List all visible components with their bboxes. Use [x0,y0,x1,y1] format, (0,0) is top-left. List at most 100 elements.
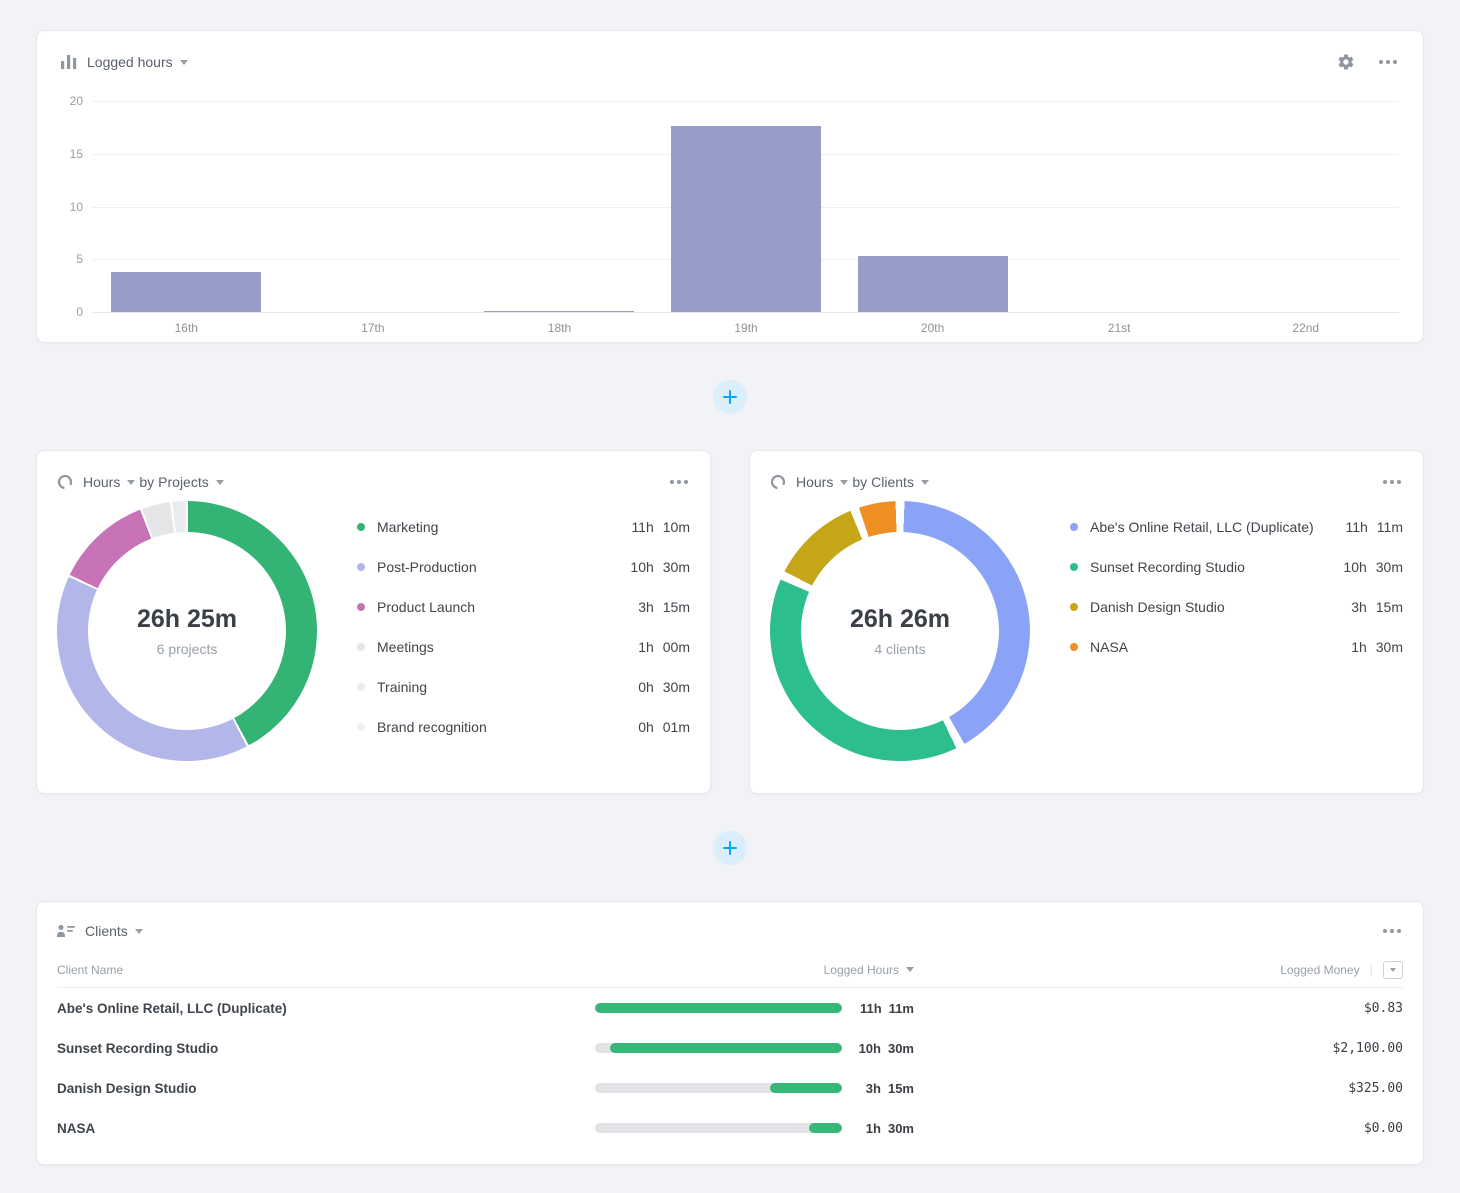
hours-progress-track [595,1083,842,1093]
bar-column [653,101,840,312]
legend-item: Marketing11h10m [357,507,690,547]
bar-chart-xlabels: 16th17th18th19th20th21st22nd [93,321,1399,335]
dashboard: Logged hours 20151050 16th17th18th19th20… [0,0,1460,1193]
chevron-down-icon [1390,968,1396,972]
hours-progress-track [595,1123,842,1133]
legend-time: 10h30m [1343,559,1403,575]
sort-caret-icon [906,967,914,972]
bar-19th[interactable] [671,126,821,312]
legend-item: Post-Production10h30m [357,547,690,587]
bar-chart: 20151050 16th17th18th19th20th21st22nd [61,101,1399,335]
hours-progress-track [595,1003,842,1013]
legend-dot [1070,603,1078,611]
money-options-dropdown[interactable] [1383,961,1403,979]
measure-label: Hours [796,474,833,490]
gear-icon[interactable] [1337,53,1355,71]
bar-20th[interactable] [858,256,1008,312]
add-widget-button-2[interactable] [713,831,747,865]
total-hours: 26h 25m [137,605,237,634]
more-menu-icon[interactable] [1377,54,1399,70]
card-title: Logged hours [87,54,173,70]
hours-progress-fill [595,1003,842,1013]
logged-money-value: $0.83 [1364,1001,1403,1016]
clients-legend: Abe's Online Retail, LLC (Duplicate)11h1… [1070,501,1403,761]
legend-time: 3h15m [1351,599,1403,615]
col-logged-hours-label: Logged Hours [824,963,899,977]
connector-label: by [852,474,867,490]
clients-donut[interactable]: 26h 26m 4 clients [770,501,1030,761]
hours-by-projects-card: Hours by Projects 26h 25m 6 projects [36,450,711,794]
logged-hours-value: 1h30m [866,1121,914,1136]
bar-18th[interactable] [484,311,634,312]
chevron-down-icon [921,480,929,485]
legend-item: Danish Design Studio3h15m [1070,587,1403,627]
legend-time: 1h00m [638,639,690,655]
legend-dot [357,643,365,651]
bar-column [1212,101,1399,312]
dimension-dropdown[interactable]: Clients [871,474,929,490]
more-menu-icon[interactable] [1381,923,1403,939]
legend-label: Sunset Recording Studio [1090,559,1245,575]
more-menu-icon[interactable] [668,474,690,490]
legend-label: Abe's Online Retail, LLC (Duplicate) [1090,519,1314,535]
measure-dropdown[interactable]: Hours [796,474,848,490]
logged-hours-value: 10h30m [859,1041,914,1056]
logged-hours-card: Logged hours 20151050 16th17th18th19th20… [36,30,1424,343]
legend-time: 0h01m [638,719,690,735]
hours-progress-fill [610,1043,842,1053]
bar-chart-icon [61,55,77,69]
y-axis-tick: 20 [61,94,83,108]
legend-label: Brand recognition [377,719,487,735]
legend-item: NASA1h30m [1070,627,1403,667]
plus-icon [723,390,737,404]
measure-dropdown[interactable]: Hours [83,474,135,490]
total-hours: 26h 26m [850,605,950,634]
clients-table-body: Abe's Online Retail, LLC (Duplicate) 11h1… [57,988,1403,1148]
clients-donut-body: 26h 26m 4 clients Abe's Online Retail, L… [770,501,1403,761]
hours-progress-fill [809,1123,842,1133]
chevron-down-icon [135,929,143,934]
clients-title-dropdown[interactable]: Clients [85,923,143,939]
clients-chart-header: Hours by Clients [770,469,1403,495]
donut-cards-row: Hours by Projects 26h 25m 6 projects [36,450,1424,794]
logged-money-value: $2,100.00 [1333,1041,1403,1056]
client-name: Sunset Recording Studio [57,1041,595,1056]
logged-hours-header: Logged hours [61,49,1399,75]
client-name: Abe's Online Retail, LLC (Duplicate) [57,1001,595,1016]
legend-item: Abe's Online Retail, LLC (Duplicate)11h1… [1070,507,1403,547]
logged-hours-title-dropdown[interactable]: Logged hours [87,54,188,70]
bar-16th[interactable] [111,272,261,312]
legend-label: Post-Production [377,559,477,575]
client-name: NASA [57,1121,595,1136]
x-axis-label: 20th [839,321,1026,335]
more-menu-icon[interactable] [1381,474,1403,490]
legend-label: Meetings [377,639,434,655]
add-row-2 [36,831,1424,865]
legend-item: Brand recognition 0h01m [357,707,690,747]
add-widget-button-1[interactable] [713,380,747,414]
logged-hours-value: 3h15m [866,1081,914,1096]
add-row-1 [36,380,1424,414]
col-logged-hours-sort[interactable]: Logged Hours [824,963,914,977]
legend-label: NASA [1090,639,1128,655]
clients-icon [57,924,75,938]
legend-item: Product Launch3h15m [357,587,690,627]
donut-chart-icon [57,474,73,490]
legend-item: Training0h30m [357,667,690,707]
legend-label: Marketing [377,519,438,535]
total-count: 6 projects [157,641,218,657]
total-count: 4 clients [874,641,925,657]
legend-dot [357,523,365,531]
bar-column [280,101,467,312]
col-logged-money-label: Logged Money [1280,963,1359,977]
legend-dot [1070,643,1078,651]
projects-donut[interactable]: 26h 25m 6 projects [57,501,317,761]
logged-money-value: $0.00 [1364,1121,1403,1136]
client-name: Danish Design Studio [57,1081,595,1096]
measure-label: Hours [83,474,120,490]
logged-hours-value: 11h11m [860,1001,914,1016]
legend-dot [1070,523,1078,531]
legend-dot [357,723,365,731]
dimension-dropdown[interactable]: Projects [158,474,224,490]
logged-money-value: $325.00 [1348,1081,1403,1096]
